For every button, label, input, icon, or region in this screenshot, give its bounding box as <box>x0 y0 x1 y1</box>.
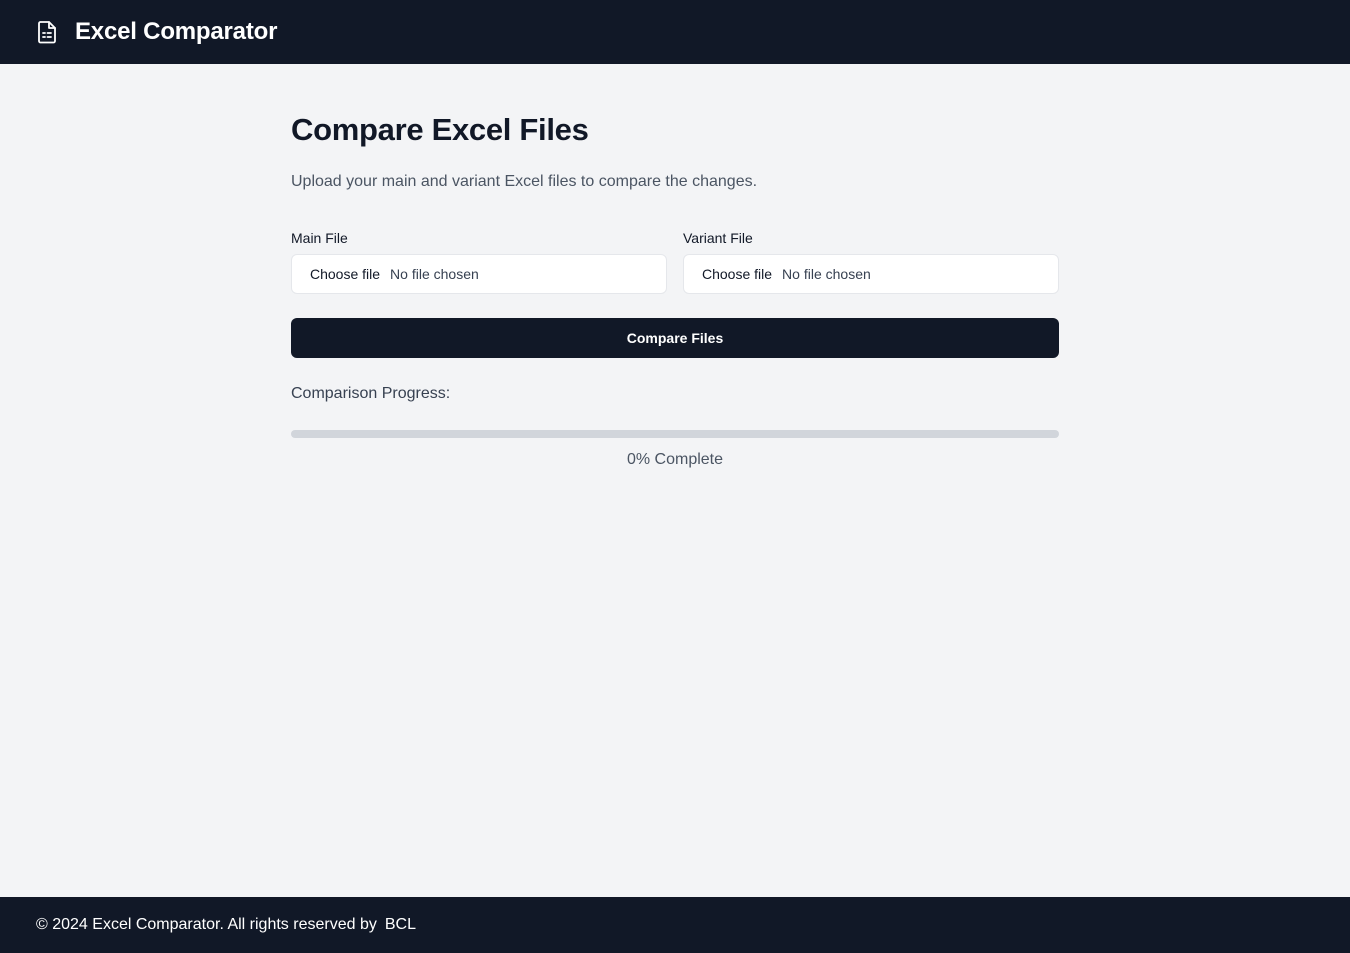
file-spreadsheet-icon <box>36 20 58 44</box>
page-title: Compare Excel Files <box>291 112 589 147</box>
footer-brand: BCL <box>384 916 416 933</box>
main-file-label: Main File <box>291 230 348 246</box>
main-file-choose-button[interactable]: Choose file <box>310 266 380 282</box>
page-subtitle: Upload your main and variant Excel files… <box>291 173 758 190</box>
progress-label: Comparison Progress: <box>291 385 451 402</box>
compare-panel: Compare Excel Files Upload your main and… <box>291 110 1059 470</box>
top-navbar: Excel Comparator <box>0 0 1350 64</box>
variant-file-group: Variant File Choose file No file chosen <box>683 228 1059 294</box>
footer: © 2024 Excel Comparator. All rights rese… <box>0 897 1350 953</box>
main-file-status: No file chosen <box>390 266 479 282</box>
main-file-input[interactable]: Choose file No file chosen <box>291 254 667 294</box>
variant-file-input[interactable]: Choose file No file chosen <box>683 254 1059 294</box>
progress-text: 0% Complete <box>626 451 724 468</box>
footer-copyright: © 2024 Excel Comparator. All rights rese… <box>36 916 377 933</box>
variant-file-choose-button[interactable]: Choose file <box>702 266 772 282</box>
app-page: Excel Comparator Compare Excel Files Upl… <box>0 0 1350 953</box>
compare-files-button[interactable]: Compare Files <box>291 318 1059 358</box>
app-title: Excel Comparator <box>75 18 278 45</box>
variant-file-label: Variant File <box>683 230 753 246</box>
variant-file-status: No file chosen <box>782 266 871 282</box>
progress-bar <box>291 430 1059 438</box>
main-file-group: Main File Choose file No file chosen <box>291 228 667 294</box>
file-inputs-row: Main File Choose file No file chosen Var… <box>291 228 1059 294</box>
